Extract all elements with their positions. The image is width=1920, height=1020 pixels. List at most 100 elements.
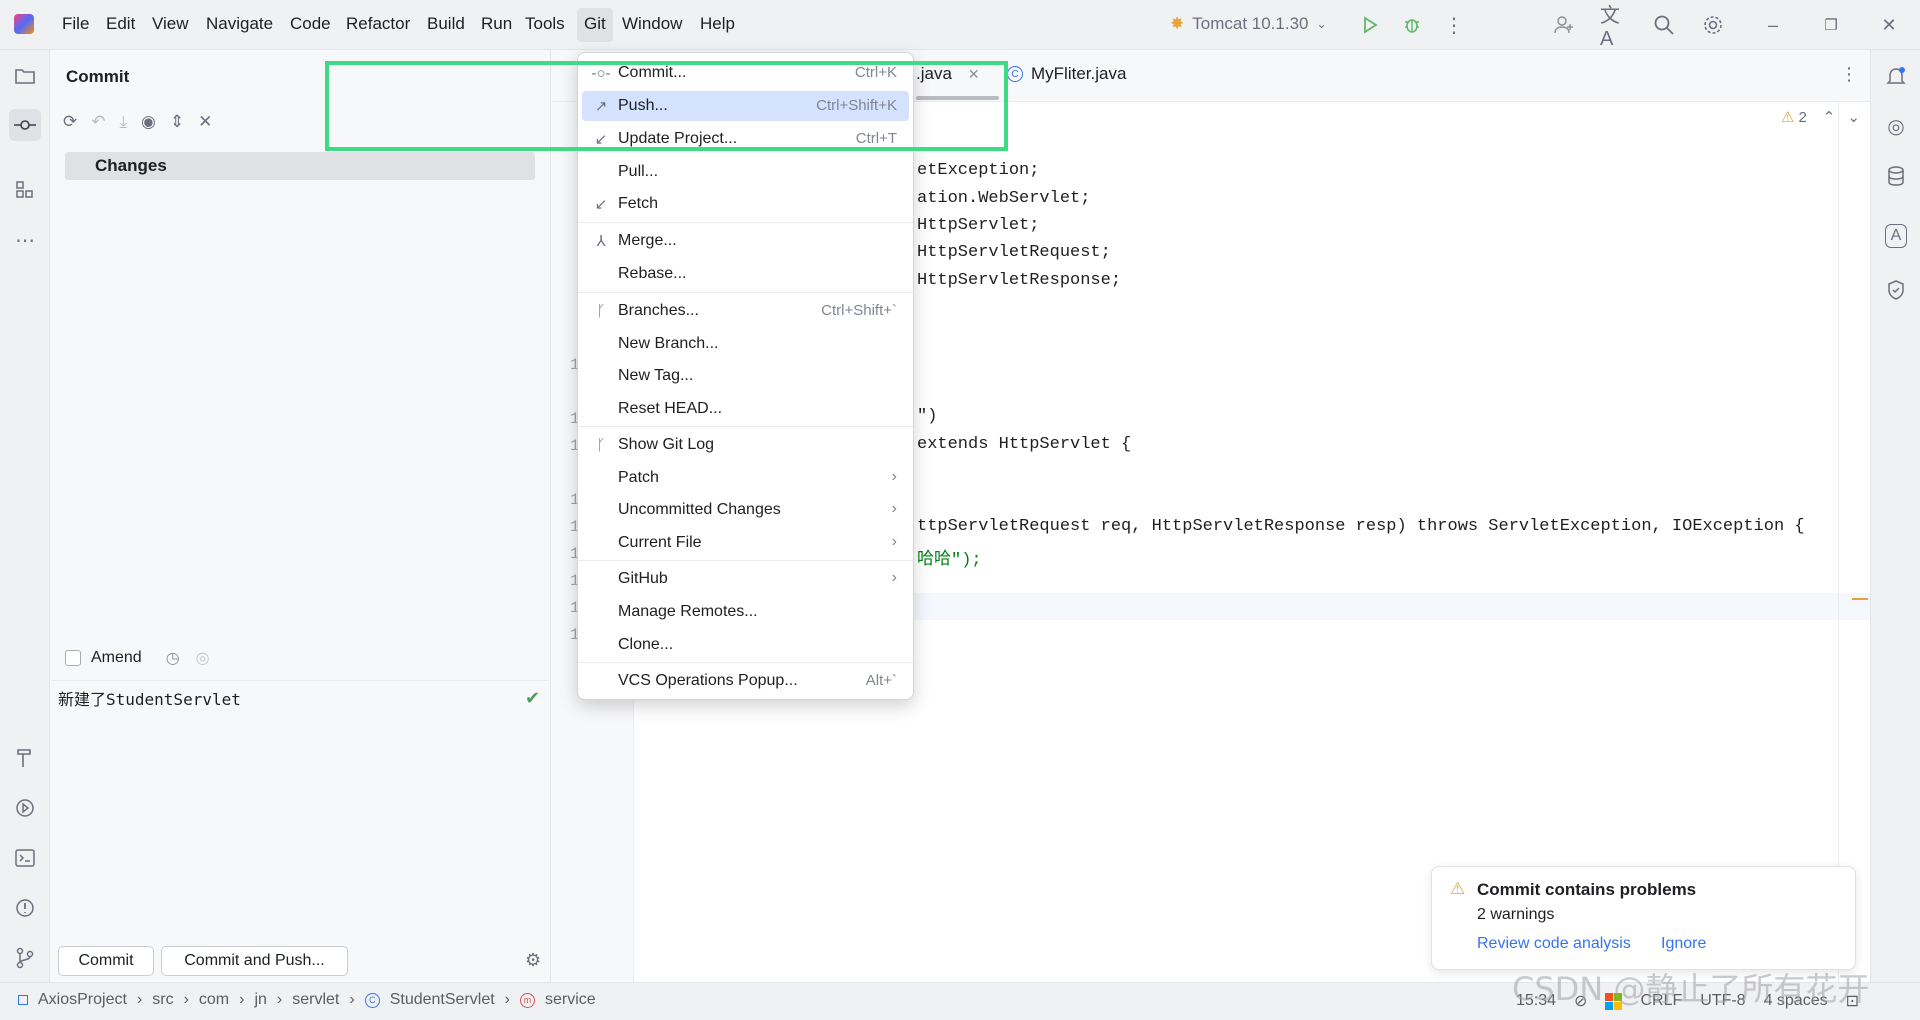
git-branch-icon[interactable] [9,942,41,974]
git-menu-item-manage-remotes[interactable]: Manage Remotes... [582,597,909,627]
git-menu-item-reset-head[interactable]: Reset HEAD... [582,394,909,424]
menu-file[interactable]: File [62,14,89,34]
menu-separator [578,222,913,223]
expand-all-icon[interactable]: ⇕ [170,112,184,132]
menu-help[interactable]: Help [700,14,735,34]
commit-button[interactable]: Commit [58,946,154,976]
git-menu-item-new-branch[interactable]: New Branch... [582,329,909,359]
submenu-arrow-icon: › [891,468,897,485]
menu-git[interactable]: Git [584,14,606,34]
ignore-link[interactable]: Ignore [1661,935,1706,953]
git-menu-item-github[interactable]: GitHub › [582,564,909,594]
notification-title: Commit contains problems [1477,880,1697,899]
terminal-icon[interactable] [9,842,41,874]
shelve-icon[interactable]: ⤓ [120,112,128,132]
commit-options-gear-icon[interactable]: ⚙ [525,950,541,971]
git-menu-item-vcs-popup[interactable]: VCS Operations Popup... Alt+` [582,666,909,696]
breadcrumb-servlet[interactable]: servlet [292,991,339,1009]
services-icon[interactable] [9,792,41,824]
next-warning-icon[interactable]: ⌄ [1847,108,1860,126]
git-menu-reset-head-label: Reset HEAD... [618,400,723,417]
method-icon: m [519,992,535,1008]
title-bar: File Edit View Navigate Code Refactor Bu… [0,0,1920,50]
git-menu-item-new-tag[interactable]: New Tag... [582,361,909,391]
database-icon[interactable] [1880,160,1912,192]
problems-icon[interactable] [9,892,41,924]
git-menu-uncommitted-label: Uncommitted Changes [618,501,781,518]
git-menu-item-clone[interactable]: Clone... [582,630,909,660]
menu-refactor[interactable]: Refactor [346,14,410,34]
commit-panel: Commit ⟳ ↶ ⤓ ◉ ⇕ ✕ Changes Amend ◷ ◎ 新建了… [51,50,551,982]
breadcrumb-class[interactable]: StudentServlet [390,991,495,1009]
menu-separator [578,662,913,663]
menu-run[interactable]: Run [481,14,512,34]
git-menu-item-show-git-log[interactable]: ᚴ Show Git Log [582,430,909,460]
review-code-analysis-link[interactable]: Review code analysis [1477,935,1631,953]
commit-message-divider [51,680,549,681]
commit-history-icon[interactable]: ◷ [166,648,180,668]
breadcrumb-method[interactable]: service [545,991,596,1009]
run-config-selector[interactable]: ✸ Tomcat 10.1.30 ⌄ [1170,14,1327,34]
breadcrumb-jn[interactable]: jn [254,991,266,1009]
amend-checkbox[interactable] [65,650,81,666]
collapse-all-icon[interactable]: ✕ [198,112,212,132]
git-menu-manage-remotes-label: Manage Remotes... [618,603,758,620]
refresh-icon[interactable]: ⟳ [63,112,77,132]
git-menu-item-fetch[interactable]: ↙ Fetch [582,189,909,219]
java-class-icon: C [1007,66,1023,82]
menu-code[interactable]: Code [290,14,331,34]
translate-icon[interactable]: 文A [1600,5,1626,50]
git-menu-item-uncommitted-changes[interactable]: Uncommitted Changes › [582,495,909,525]
security-shield-icon[interactable] [1880,274,1912,306]
debug-icon[interactable] [1399,12,1425,38]
inspection-widget[interactable]: ⚠ 2 ⌃ ⌄ [1781,108,1860,127]
commit-tool-icon[interactable] [9,109,41,141]
breadcrumb-com[interactable]: com [199,991,229,1009]
breadcrumb-src[interactable]: src [152,991,173,1009]
show-diff-eye-icon[interactable]: ◉ [141,112,156,132]
git-menu-item-pull[interactable]: Pull... [582,157,909,187]
maven-icon[interactable]: A [1885,224,1907,248]
editor-tab-myfliter[interactable]: C MyFliter.java [1007,64,1126,84]
breadcrumb-project[interactable]: AxiosProject [38,991,127,1009]
search-icon[interactable] [1651,12,1677,38]
git-menu-item-current-file[interactable]: Current File › [582,528,909,558]
menu-view[interactable]: View [152,14,189,34]
right-margin-line [1838,102,1839,982]
menu-navigate[interactable]: Navigate [206,14,273,34]
build-hammer-icon[interactable] [9,742,41,774]
git-menu-item-branches[interactable]: ᚴ Branches... Ctrl+Shift+` [582,296,909,326]
notifications-bell-icon[interactable] [1880,60,1912,92]
maximize-icon[interactable]: ❐ [1818,12,1844,38]
commit-panel-title: Commit [66,67,130,86]
structure-icon[interactable] [9,174,41,206]
ai-assistant-icon[interactable]: ◎ [1880,110,1912,142]
more-actions-icon[interactable]: ⋮ [1441,12,1467,38]
git-menu-item-patch[interactable]: Patch › [582,463,909,493]
commit-ai-icon[interactable]: ◎ [196,648,210,668]
close-window-icon[interactable]: ✕ [1876,12,1902,38]
breadcrumb-separator-icon: › [276,991,283,1008]
prev-warning-icon[interactable]: ⌃ [1823,108,1836,126]
git-menu-item-merge[interactable]: ⅄ Merge... [582,226,909,256]
add-user-icon[interactable] [1551,12,1577,38]
project-folder-icon[interactable] [9,60,41,92]
commit-and-push-button[interactable]: Commit and Push... [161,946,348,976]
changes-list-header[interactable]: Changes [65,152,535,180]
menu-window[interactable]: Window [622,14,682,34]
more-tools-icon[interactable]: ⋯ [9,224,41,256]
project-module-icon [18,995,28,1005]
breadcrumb-separator-icon: › [136,991,143,1008]
run-icon[interactable] [1357,12,1383,38]
rollback-icon[interactable]: ↶ [91,112,105,132]
warning-count: 2 [1798,108,1807,126]
menu-edit[interactable]: Edit [106,14,135,34]
git-menu-current-file-label: Current File [618,534,702,551]
minimize-icon[interactable]: – [1760,12,1786,38]
tab-bar-more-icon[interactable]: ⋮ [1840,64,1858,85]
commit-message-input[interactable]: 新建了StudentServlet [58,686,241,710]
settings-gear-icon[interactable] [1700,12,1726,38]
menu-build[interactable]: Build [427,14,465,34]
git-menu-item-rebase[interactable]: Rebase... [582,259,909,289]
menu-tools[interactable]: Tools [525,14,565,34]
